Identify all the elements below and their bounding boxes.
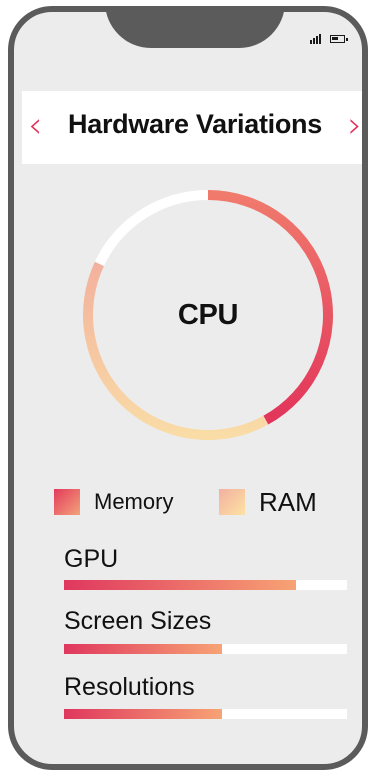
phone-notch xyxy=(105,12,285,48)
donut-center-label: CPU xyxy=(177,298,239,331)
battery-icon xyxy=(330,35,348,43)
legend: Memory RAM xyxy=(54,482,354,522)
bar-screen-sizes: Screen Sizes xyxy=(64,606,349,654)
bar-label-resolutions: Resolutions xyxy=(64,673,195,701)
memory-swatch xyxy=(54,489,80,515)
phone-frame: ‹ Hardware Variations › CPU Memory RAM G xyxy=(8,6,368,770)
progress-fill-resolutions xyxy=(64,709,223,719)
legend-label-ram: RAM xyxy=(259,486,317,517)
bar-gpu: GPU xyxy=(64,544,349,590)
bar-label-screen-sizes: Screen Sizes xyxy=(64,607,212,635)
legend-label-memory: Memory xyxy=(94,489,174,514)
progress-track-gpu xyxy=(64,580,347,590)
page-header: ‹ Hardware Variations › xyxy=(22,91,362,164)
ram-swatch xyxy=(219,489,245,515)
status-bar xyxy=(310,32,350,46)
bar-label-gpu: GPU xyxy=(64,545,119,573)
legend-item-ram: RAM xyxy=(219,482,317,522)
chevron-right-icon[interactable]: › xyxy=(348,106,362,146)
bar-resolutions: Resolutions xyxy=(64,672,349,719)
progress-fill-screen-sizes xyxy=(64,644,223,654)
page-title: Hardware Variations xyxy=(68,109,322,139)
progress-track-screen-sizes xyxy=(64,644,347,654)
progress-fill-gpu xyxy=(64,580,297,590)
progress-track-resolutions xyxy=(64,709,347,719)
signal-icon xyxy=(310,34,324,44)
legend-item-memory: Memory xyxy=(54,482,173,522)
